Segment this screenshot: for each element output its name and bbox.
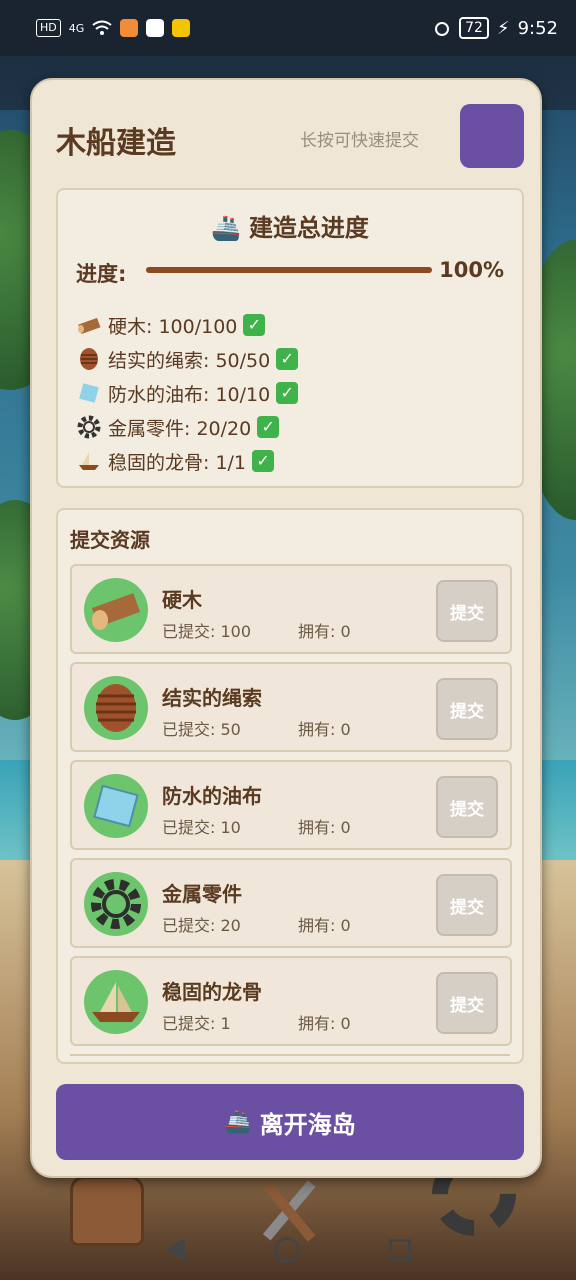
resource-submitted: 已提交: 20 (162, 916, 241, 935)
submit-card-title: 提交资源 (70, 528, 150, 552)
submit-button[interactable]: 提交 (436, 580, 498, 642)
resource-submitted: 已提交: 50 (162, 720, 241, 739)
requirement-list: 硬木: 100/100 ✓ 结实的绳索: 50/50 ✓ 防水的油布: 10/1… (76, 308, 299, 478)
progress-bar-fill (146, 267, 432, 273)
resource-row-keel: 稳固的龙骨 已提交: 1 拥有: 0 提交 (70, 956, 512, 1046)
leave-island-label: 离开海岛 (259, 1110, 356, 1139)
dialog-title: 木船建造 (56, 126, 176, 161)
hd-badge: HD (36, 19, 61, 37)
status-bar: HD 4G 72 ⚡ 9:52 (0, 0, 576, 56)
alarm-icon (435, 22, 450, 36)
resource-row-hardwood: 硬木 已提交: 100 拥有: 0 提交 (70, 564, 512, 654)
resource-submitted: 已提交: 100 (162, 622, 252, 641)
status-right: 72 ⚡ 9:52 (433, 17, 558, 39)
overall-progress-card: 🚢 建造总进度 进度: 100% 硬木: 100/100 ✓ 结实的绳索: 50/… (56, 188, 524, 488)
check-icon: ✓ (276, 348, 299, 370)
resource-row-metal-parts: 金属零件 已提交: 20 拥有: 0 提交 (70, 858, 512, 948)
home-icon[interactable] (273, 1237, 300, 1263)
requirement-item: 硬木: 100/100 ✓ (76, 308, 298, 342)
app-notification-icon-3 (172, 19, 191, 37)
wood-log-icon (76, 312, 102, 338)
progress-percent: 100% (439, 258, 504, 282)
resource-name: 防水的油布 (162, 784, 262, 808)
tarp-icon (84, 774, 148, 838)
status-left: HD 4G (36, 19, 191, 37)
requirement-text: 金属零件: 20/20 (108, 417, 252, 440)
resource-name: 硬木 (162, 588, 202, 612)
back-icon[interactable] (164, 1238, 185, 1262)
check-icon: ✓ (252, 450, 275, 472)
check-icon: ✓ (257, 416, 280, 438)
keel-ship-icon (84, 970, 148, 1034)
submit-button[interactable]: 提交 (436, 678, 498, 740)
progress-card-title-text: 建造总进度 (248, 214, 369, 242)
clock: 9:52 (517, 17, 558, 39)
rope-icon (76, 346, 102, 372)
resource-submitted: 已提交: 10 (162, 818, 241, 837)
keel-ship-icon (76, 448, 102, 474)
progress-card-title: 🚢 建造总进度 (58, 208, 522, 243)
check-icon: ✓ (276, 382, 299, 404)
resource-row-tarp: 防水的油布 已提交: 10 拥有: 0 提交 (70, 760, 512, 850)
resource-owned: 拥有: 0 (298, 622, 351, 641)
submit-button[interactable]: 提交 (436, 776, 498, 838)
resource-owned: 拥有: 0 (298, 1014, 351, 1033)
requirement-item: 稳固的龙骨: 1/1 ✓ (76, 444, 298, 478)
system-navigation-bar (0, 1220, 576, 1280)
requirement-item: 防水的油布: 10/10 ✓ (76, 376, 299, 410)
wifi-icon (92, 20, 112, 35)
requirement-item: 结实的绳索: 50/50 ✓ (76, 342, 299, 376)
resource-submitted: 已提交: 1 (162, 1014, 231, 1033)
ship-icon: 🚢 (211, 214, 241, 242)
resource-owned: 拥有: 0 (298, 818, 351, 837)
tarp-icon (76, 380, 102, 406)
resource-name: 稳固的龙骨 (162, 980, 262, 1004)
requirement-item: 金属零件: 20/20 ✓ (76, 410, 298, 444)
requirement-text: 防水的油布: 10/10 (108, 383, 271, 406)
submit-button[interactable]: 提交 (436, 874, 498, 936)
requirement-text: 稳固的龙骨: 1/1 (108, 451, 247, 474)
close-button[interactable] (460, 104, 524, 168)
resource-row-rope: 结实的绳索 已提交: 50 拥有: 0 提交 (70, 662, 512, 752)
check-icon: ✓ (243, 314, 266, 336)
battery-level: 72 (459, 17, 489, 39)
gear-icon (84, 872, 148, 936)
submit-resources-card: 提交资源 硬木 已提交: 100 拥有: 0 提交 结实的绳索 已提交: 50 … (56, 508, 524, 1064)
network-type: 4G (68, 21, 85, 35)
long-press-hint: 长按可快速提交 (300, 131, 419, 151)
ship-icon: 🚢 (224, 1109, 252, 1135)
requirement-text: 结实的绳索: 50/50 (108, 349, 271, 372)
rope-icon (84, 676, 148, 740)
resource-name: 结实的绳索 (162, 686, 262, 710)
submit-button[interactable]: 提交 (436, 972, 498, 1034)
charging-icon: ⚡ (496, 17, 510, 39)
wood-log-icon (84, 578, 148, 642)
list-divider (70, 1054, 510, 1056)
progress-label: 进度: (76, 262, 127, 286)
app-notification-icon (120, 19, 139, 37)
resource-owned: 拥有: 0 (298, 720, 351, 739)
boat-building-dialog: 木船建造 长按可快速提交 🚢 建造总进度 进度: 100% 硬木: 100/100… (30, 78, 542, 1178)
progress-bar (146, 267, 432, 273)
leave-island-button[interactable]: 🚢 离开海岛 (56, 1084, 524, 1160)
requirement-text: 硬木: 100/100 (108, 315, 238, 338)
recent-apps-icon[interactable] (389, 1239, 412, 1261)
resource-owned: 拥有: 0 (298, 916, 351, 935)
app-notification-icon-2 (146, 19, 165, 37)
resource-name: 金属零件 (162, 882, 242, 906)
gear-icon (76, 414, 102, 440)
